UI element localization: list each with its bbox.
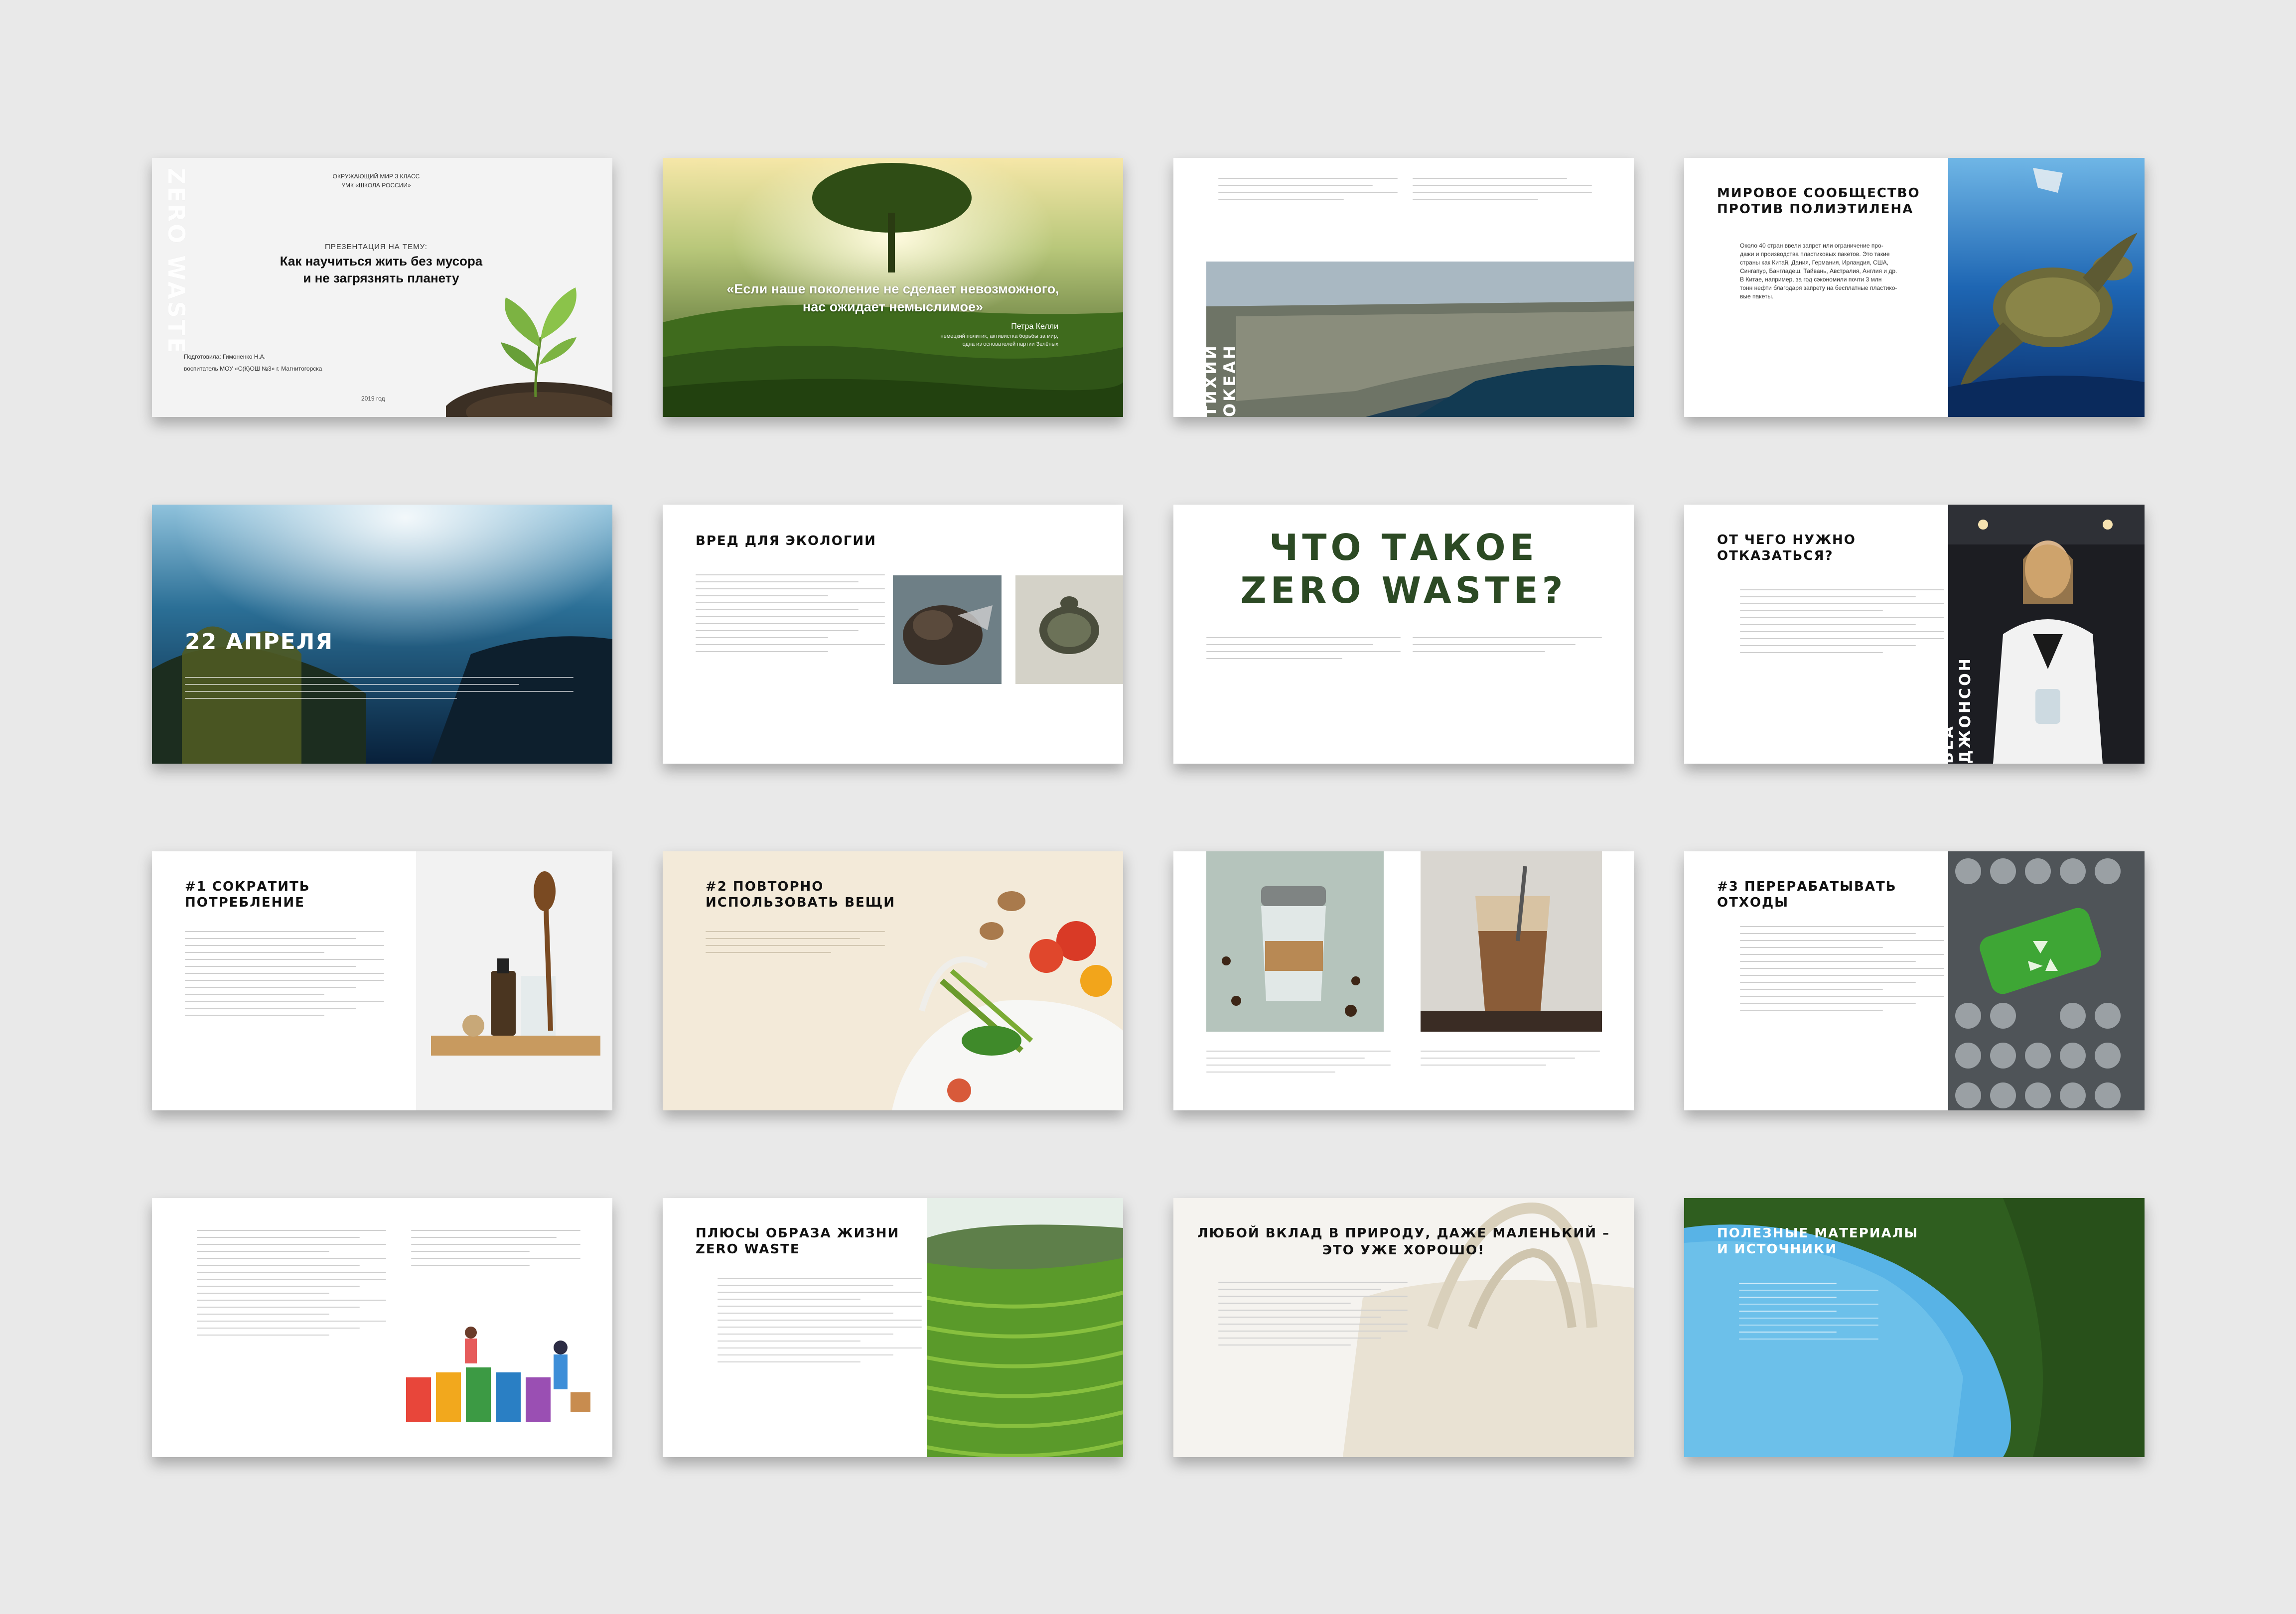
slide-title-line-2: ПОТРЕБЛЕНИЕ: [185, 895, 305, 910]
tote-bag-vegetables-image: [892, 891, 1123, 1110]
slide-title-line-2: И ИСТОЧНИКИ: [1717, 1242, 1838, 1257]
slide-title-line-2: ЭТО УЖЕ ХОРОШО!: [1322, 1243, 1485, 1258]
quote-author: Петра Келли: [1011, 322, 1058, 331]
body-text: Около 40 стран ввели запрет или ограниче…: [1740, 242, 1897, 300]
slide-reuse-things[interactable]: #2 ПОВТОРНО ИСПОЛЬЗОВАТЬ ВЕЩИ: [663, 851, 1123, 1110]
body-text-left: [1206, 1051, 1391, 1078]
garbage-ocean-image: [1206, 262, 1634, 417]
slide-title: ПЛЮСЫ ОБРАЗА ЖИЗНИ: [696, 1226, 900, 1241]
body-text: [1740, 589, 1944, 659]
slide-headline-line-2: ZERO WASTE?: [1240, 569, 1567, 611]
bea-johnson-photo: [1948, 505, 2145, 764]
slide-title: ПОЛЕЗНЫЕ МАТЕРИАЛЫ: [1717, 1226, 1919, 1241]
author-position: воспитатель МОУ «С(К)ОШ №3» г. Магнитого…: [184, 365, 322, 372]
slide-useful-materials[interactable]: ПОЛЕЗНЫЕ МАТЕРИАЛЫ И ИСТОЧНИКИ: [1684, 1198, 2145, 1457]
body-text-right: [1413, 178, 1592, 206]
slide-title: ВРЕД ДЛЯ ЭКОЛОГИИ: [696, 534, 876, 548]
sources-list: [1739, 1283, 1878, 1345]
location-vertical-label: ТИХИЙ ОКЕАН: [1201, 344, 1239, 417]
slide-title-line-2: ОТХОДЫ: [1717, 895, 1789, 910]
slide-reusable-cups[interactable]: [1173, 851, 1634, 1110]
quote-author-role: немецкий политик, активистка борьбы за м…: [940, 333, 1058, 339]
seal-plastic-image: [893, 575, 1002, 684]
iced-coffee-image: [1421, 851, 1602, 1032]
slide-recycle-waste[interactable]: #3 ПЕРЕРАБАТЫВАТЬ ОТХОДЫ: [1684, 851, 2145, 1110]
recycling-bins-illustration: [406, 1327, 590, 1422]
tea-plantation-image: [927, 1198, 1123, 1457]
slide-headline: ЧТО ТАКОЕ: [1269, 527, 1538, 568]
author-line: Подготовила: Гимоненко Н.А.: [184, 353, 266, 360]
slide-what-to-refuse[interactable]: ОТ ЧЕГО НУЖНО ОТКАЗАТЬСЯ? БЕА ДЖОНСОН: [1684, 505, 2145, 764]
slide-title: #2 ПОВТОРНО: [706, 879, 824, 894]
slide-title: ОТ ЧЕГО НУЖНО: [1717, 533, 1856, 547]
slide-advantages[interactable]: ПЛЮСЫ ОБРАЗА ЖИЗНИ ZERO WASTE: [663, 1198, 1123, 1457]
slide-title-line-2: ПРОТИВ ПОЛИЭТИЛЕНА: [1717, 202, 1914, 217]
slide-world-community[interactable]: МИРОВОЕ СООБЩЕСТВО ПРОТИВ ПОЛИЭТИЛЕНА Ок…: [1684, 158, 2145, 417]
program-label: УМК «ШКОЛА РОССИИ»: [341, 182, 411, 189]
slide-earth-day[interactable]: 22 АПРЕЛЯ: [152, 505, 612, 764]
body-text-right: [411, 1230, 580, 1272]
sea-turtle-image: [1948, 158, 2145, 417]
slide-title-line-2: ОТКАЗАТЬСЯ?: [1717, 548, 1834, 563]
slide-title: #3 ПЕРЕРАБАТЫВАТЬ: [1717, 879, 1897, 894]
slide-waste-sorting[interactable]: [152, 1198, 612, 1457]
presentation-title: Как научиться жить без мусора: [280, 254, 483, 269]
body-text-left: [197, 1230, 386, 1342]
quote-text: «Если наше поколение не сделает невозмож…: [726, 281, 1059, 296]
reusable-coffee-cup-image: [1206, 851, 1384, 1032]
slide-title: МИРОВОЕ СООБЩЕСТВО: [1717, 186, 1920, 201]
body-text: [696, 574, 885, 658]
slide-title-line-2: ZERO WASTE: [696, 1242, 800, 1257]
slide-vertical-brand: ZERO WASTE: [163, 168, 190, 355]
slide-ecology-harm[interactable]: ВРЕД ДЛЯ ЭКОЛОГИИ: [663, 505, 1123, 764]
body-text-left: [1206, 637, 1401, 665]
year-label: 2019 год: [361, 395, 385, 402]
bathroom-accessories-image: [416, 851, 612, 1110]
slide-title[interactable]: ZERO WASTE ОКРУЖАЮЩИЙ МИР 3 КЛАСС УМК «Ш…: [152, 158, 612, 417]
turtle-plastic-image: [1015, 575, 1123, 684]
presentation-kicker: ПРЕЗЕНТАЦИЯ НА ТЕМУ:: [325, 243, 428, 251]
slide-what-is-zero-waste[interactable]: ЧТО ТАКОЕ ZERO WASTE?: [1173, 505, 1634, 764]
slide-quote[interactable]: «Если наше поколение не сделает невозмож…: [663, 158, 1123, 417]
slide-title-line-2: ИСПОЛЬЗОВАТЬ ВЕЩИ: [706, 895, 896, 910]
battery-recycle-image: [1948, 851, 2145, 1110]
body-text-right: [1413, 637, 1602, 658]
quote-author-role-line-2: одна из основателей партии Зелёных: [962, 341, 1058, 347]
slide-title: ЛЮБОЙ ВКЛАД В ПРИРОДУ, ДАЖЕ МАЛЕНЬКИЙ –: [1197, 1226, 1610, 1241]
slide-title: #1 СОКРАТИТЬ: [185, 879, 310, 894]
subject-label: ОКРУЖАЮЩИЙ МИР 3 КЛАСС: [332, 173, 420, 180]
body-text-right: [1421, 1051, 1600, 1072]
sprout-image: [446, 287, 612, 417]
person-vertical-label: БЕА ДЖОНСОН: [1939, 657, 1974, 764]
body-text-left: [1218, 178, 1398, 206]
quote-text-line-2: нас ожидает немыслимое»: [802, 299, 984, 314]
slide-pacific-ocean[interactable]: ТИХИЙ ОКЕАН: [1173, 158, 1634, 417]
body-text: [185, 677, 574, 705]
slide-any-contribution[interactable]: ЛЮБОЙ ВКЛАД В ПРИРОДУ, ДАЖЕ МАЛЕНЬКИЙ – …: [1173, 1198, 1634, 1457]
body-text: [718, 1278, 922, 1368]
body-text: [706, 931, 885, 959]
body-text: [1218, 1282, 1408, 1351]
slide-reduce-consumption[interactable]: #1 СОКРАТИТЬ ПОТРЕБЛЕНИЕ: [152, 851, 612, 1110]
slide-title: 22 АПРЕЛЯ: [185, 629, 334, 655]
body-text: [1740, 926, 1944, 1017]
body-text: [185, 931, 384, 1022]
